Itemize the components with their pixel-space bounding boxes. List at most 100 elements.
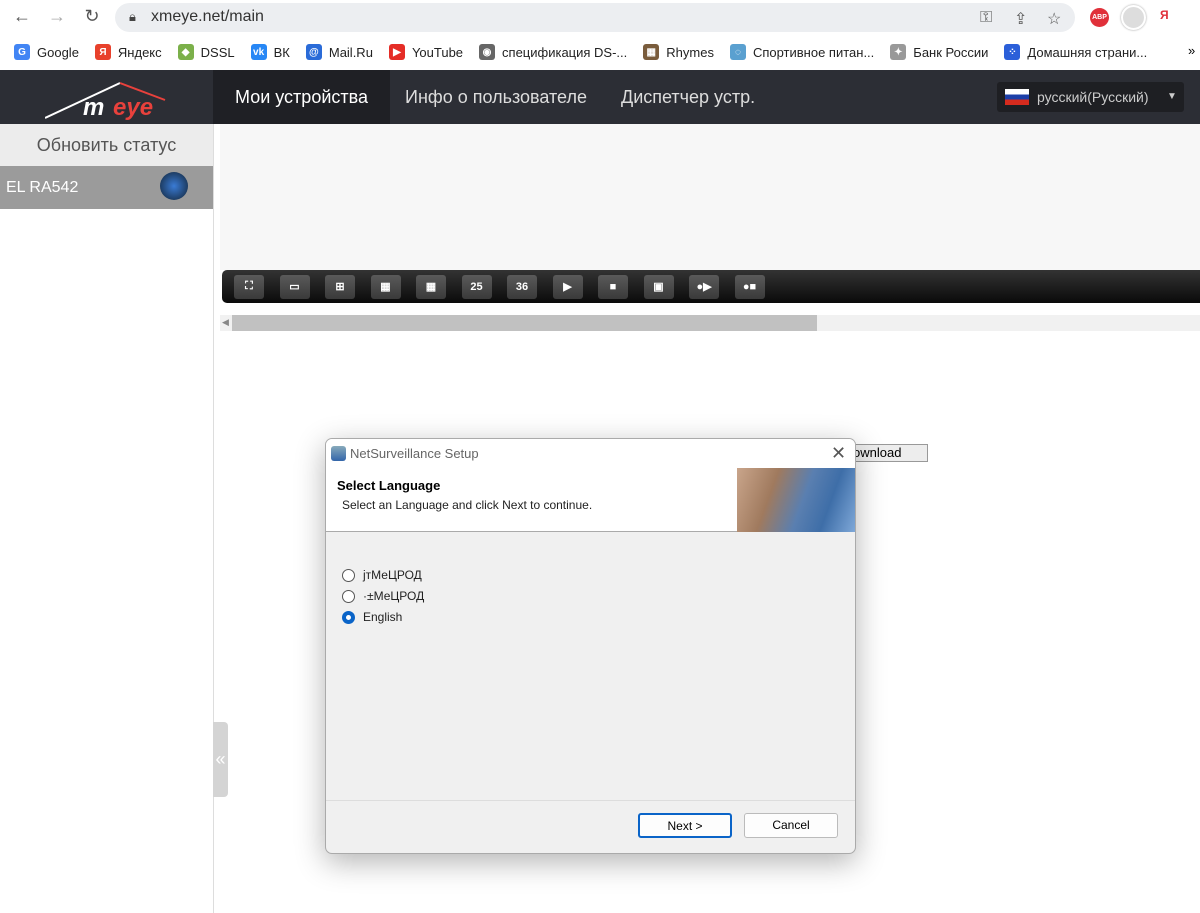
dropdown-arrow-icon: ▼ — [1167, 91, 1177, 102]
start-record-button[interactable]: ●▶ — [689, 274, 719, 299]
bookmark-label: Mail.Ru — [328, 44, 373, 60]
scroll-left-icon[interactable]: ◀ — [222, 317, 229, 328]
language-option-label: English — [363, 610, 403, 624]
tab-my-devices[interactable]: Мои устройства — [213, 70, 390, 124]
bookmark-item[interactable]: ◌ Спортивное питан... — [729, 44, 875, 60]
setup-app-icon — [331, 446, 346, 461]
dialog-title: NetSurveillance Setup — [350, 446, 479, 461]
bookmark-label: Спортивное питан... — [752, 44, 875, 60]
bookmark-icon: ◆ — [177, 44, 194, 60]
fullscreen-button[interactable]: ⛶ — [234, 274, 264, 299]
share-icon[interactable]: ⇪ — [1014, 9, 1027, 29]
bookmark-item[interactable]: ◉ спецификация DS-... — [479, 44, 627, 60]
start-record-icon: ●▶ — [696, 281, 712, 293]
app-header: m eye Мои устройства Инфо о пользователе… — [0, 70, 1200, 124]
collapse-sidebar-handle[interactable]: « — [213, 722, 228, 797]
xmeye-logo: m eye — [45, 82, 166, 120]
horizontal-scrollbar[interactable]: ◀ — [220, 315, 1200, 331]
16-split-button[interactable]: ▦ — [416, 274, 446, 299]
bookmark-label: Яндекс — [117, 44, 162, 60]
bookmark-label: ВК — [273, 44, 290, 60]
start-all-preview-icon: ▶ — [563, 281, 572, 293]
tab-device-manager[interactable]: Диспетчер устр. — [599, 70, 777, 124]
snapshot-button[interactable]: ▣ — [643, 274, 674, 299]
reload-icon[interactable]: ↻ — [80, 6, 104, 27]
bookmark-item[interactable]: ▶ YouTube — [388, 44, 464, 60]
language-option[interactable]: ·±МеЦРОД — [342, 589, 424, 603]
4-split-button[interactable]: ⊞ — [325, 274, 355, 299]
radio-button[interactable] — [342, 589, 355, 603]
refresh-status-button[interactable]: Обновить статус — [0, 124, 213, 166]
browser-toolbar: ← → ↻ 🔒︎ xmeye.net/main ⚿ ⇪ ☆ ABP Я — [0, 0, 1200, 35]
bookmark-icon: ◉ — [479, 44, 496, 60]
radio-button[interactable] — [342, 610, 355, 624]
bookmark-item[interactable]: Я Яндекс — [94, 44, 162, 60]
yandex-extension-icon[interactable]: Я — [1160, 8, 1169, 22]
url-text: xmeye.net/main — [151, 8, 264, 25]
download-button[interactable]: ownload — [848, 444, 928, 462]
adblock-icon[interactable]: ABP — [1090, 8, 1109, 27]
9-split-button[interactable]: ▦ — [370, 274, 401, 299]
bookmark-label: Google — [37, 44, 79, 60]
25-icon: 25 — [470, 280, 483, 293]
language-select[interactable]: русский(Русский) ▼ — [997, 82, 1184, 112]
bookmark-label: Rhymes — [666, 44, 714, 60]
language-option[interactable]: English — [342, 610, 402, 624]
bookmark-item[interactable]: ✦ Банк России — [890, 44, 988, 60]
close-icon[interactable]: ✕ — [831, 439, 846, 468]
stop-record-icon: ●■ — [742, 280, 757, 293]
key-icon[interactable]: ⚿ — [980, 9, 992, 27]
back-icon[interactable]: ← — [10, 6, 34, 27]
cancel-button[interactable]: Cancel — [744, 813, 838, 838]
device-online-icon — [160, 172, 188, 200]
bookmark-item[interactable]: vk ВК — [250, 44, 290, 60]
dialog-subheading: Select an Language and click Next to con… — [342, 498, 593, 512]
36-button[interactable]: 36 — [507, 274, 537, 299]
bookmarks-more-button[interactable]: » — [1188, 43, 1195, 58]
next-button[interactable]: Next > — [638, 813, 732, 838]
bookmarks-bar: G Google Я Яндекс ◆ DSSL vk ВК @ Mail.Ru ▶ YouTube ◉… — [0, 35, 1200, 69]
svg-text:eye: eye — [113, 94, 153, 120]
language-option[interactable]: јтМеЦРОД — [342, 568, 422, 582]
radio-button[interactable] — [342, 568, 355, 582]
globe-extension-icon[interactable] — [1121, 5, 1146, 30]
scrollbar-thumb[interactable] — [232, 315, 817, 331]
bookmark-icon: Я — [94, 44, 111, 60]
bookmark-icon: ✦ — [890, 44, 907, 60]
star-icon[interactable]: ☆ — [1047, 9, 1061, 29]
video-area — [220, 124, 1200, 270]
25-button[interactable]: 25 — [461, 274, 492, 299]
bookmark-icon: ⁘ — [1004, 44, 1021, 60]
bookmark-label: спецификация DS-... — [502, 44, 628, 60]
stop-all-preview-icon: ■ — [609, 280, 617, 293]
fullscreen-icon: ⛶ — [245, 280, 253, 292]
device-name: EL RA542 — [6, 179, 79, 196]
bookmark-item[interactable]: @ Mail.Ru — [305, 44, 373, 60]
4-split-icon: ⊞ — [335, 281, 345, 293]
lock-icon: 🔒︎ — [129, 9, 136, 24]
video-toolbar: ⛶ ▭ ⊞ ▦ ▦ 25 36 ▶ ■ ▣ ●▶ ●■ — [222, 270, 1200, 303]
sidebar: Обновить статус EL RA542 — [0, 124, 214, 913]
bookmark-item[interactable]: ◆ DSSL — [177, 44, 235, 60]
snapshot-icon: ▣ — [653, 281, 664, 293]
1-split-button[interactable]: ▭ — [279, 274, 310, 299]
bookmark-icon: ▶ — [388, 44, 405, 60]
address-bar[interactable]: 🔒︎ xmeye.net/main ⚿ ⇪ ☆ — [115, 3, 1075, 32]
setup-dialog: NetSurveillance Setup ✕ Select Language … — [325, 438, 856, 854]
bookmark-item[interactable]: G Google — [14, 44, 79, 60]
16-split-icon: ▦ — [425, 281, 437, 293]
bookmark-item[interactable]: ⁘ Домашняя страни... — [1004, 44, 1147, 60]
language-label: русский(Русский) — [1037, 89, 1149, 105]
header-photo — [737, 468, 855, 532]
device-item[interactable]: EL RA542 — [0, 166, 213, 209]
stop-record-button[interactable]: ●■ — [734, 274, 765, 299]
stop-all-preview-button[interactable]: ■ — [598, 274, 628, 299]
bookmark-icon: vk — [250, 44, 267, 60]
svg-text:m: m — [83, 94, 104, 120]
bookmark-label: YouTube — [411, 44, 464, 60]
bookmark-item[interactable]: ▦ Rhymes — [643, 44, 714, 60]
bookmark-label: Домашняя страни... — [1027, 44, 1148, 60]
start-all-preview-button[interactable]: ▶ — [552, 274, 583, 299]
forward-icon[interactable]: → — [45, 6, 69, 27]
tab-user-info[interactable]: Инфо о пользователе — [383, 70, 609, 124]
